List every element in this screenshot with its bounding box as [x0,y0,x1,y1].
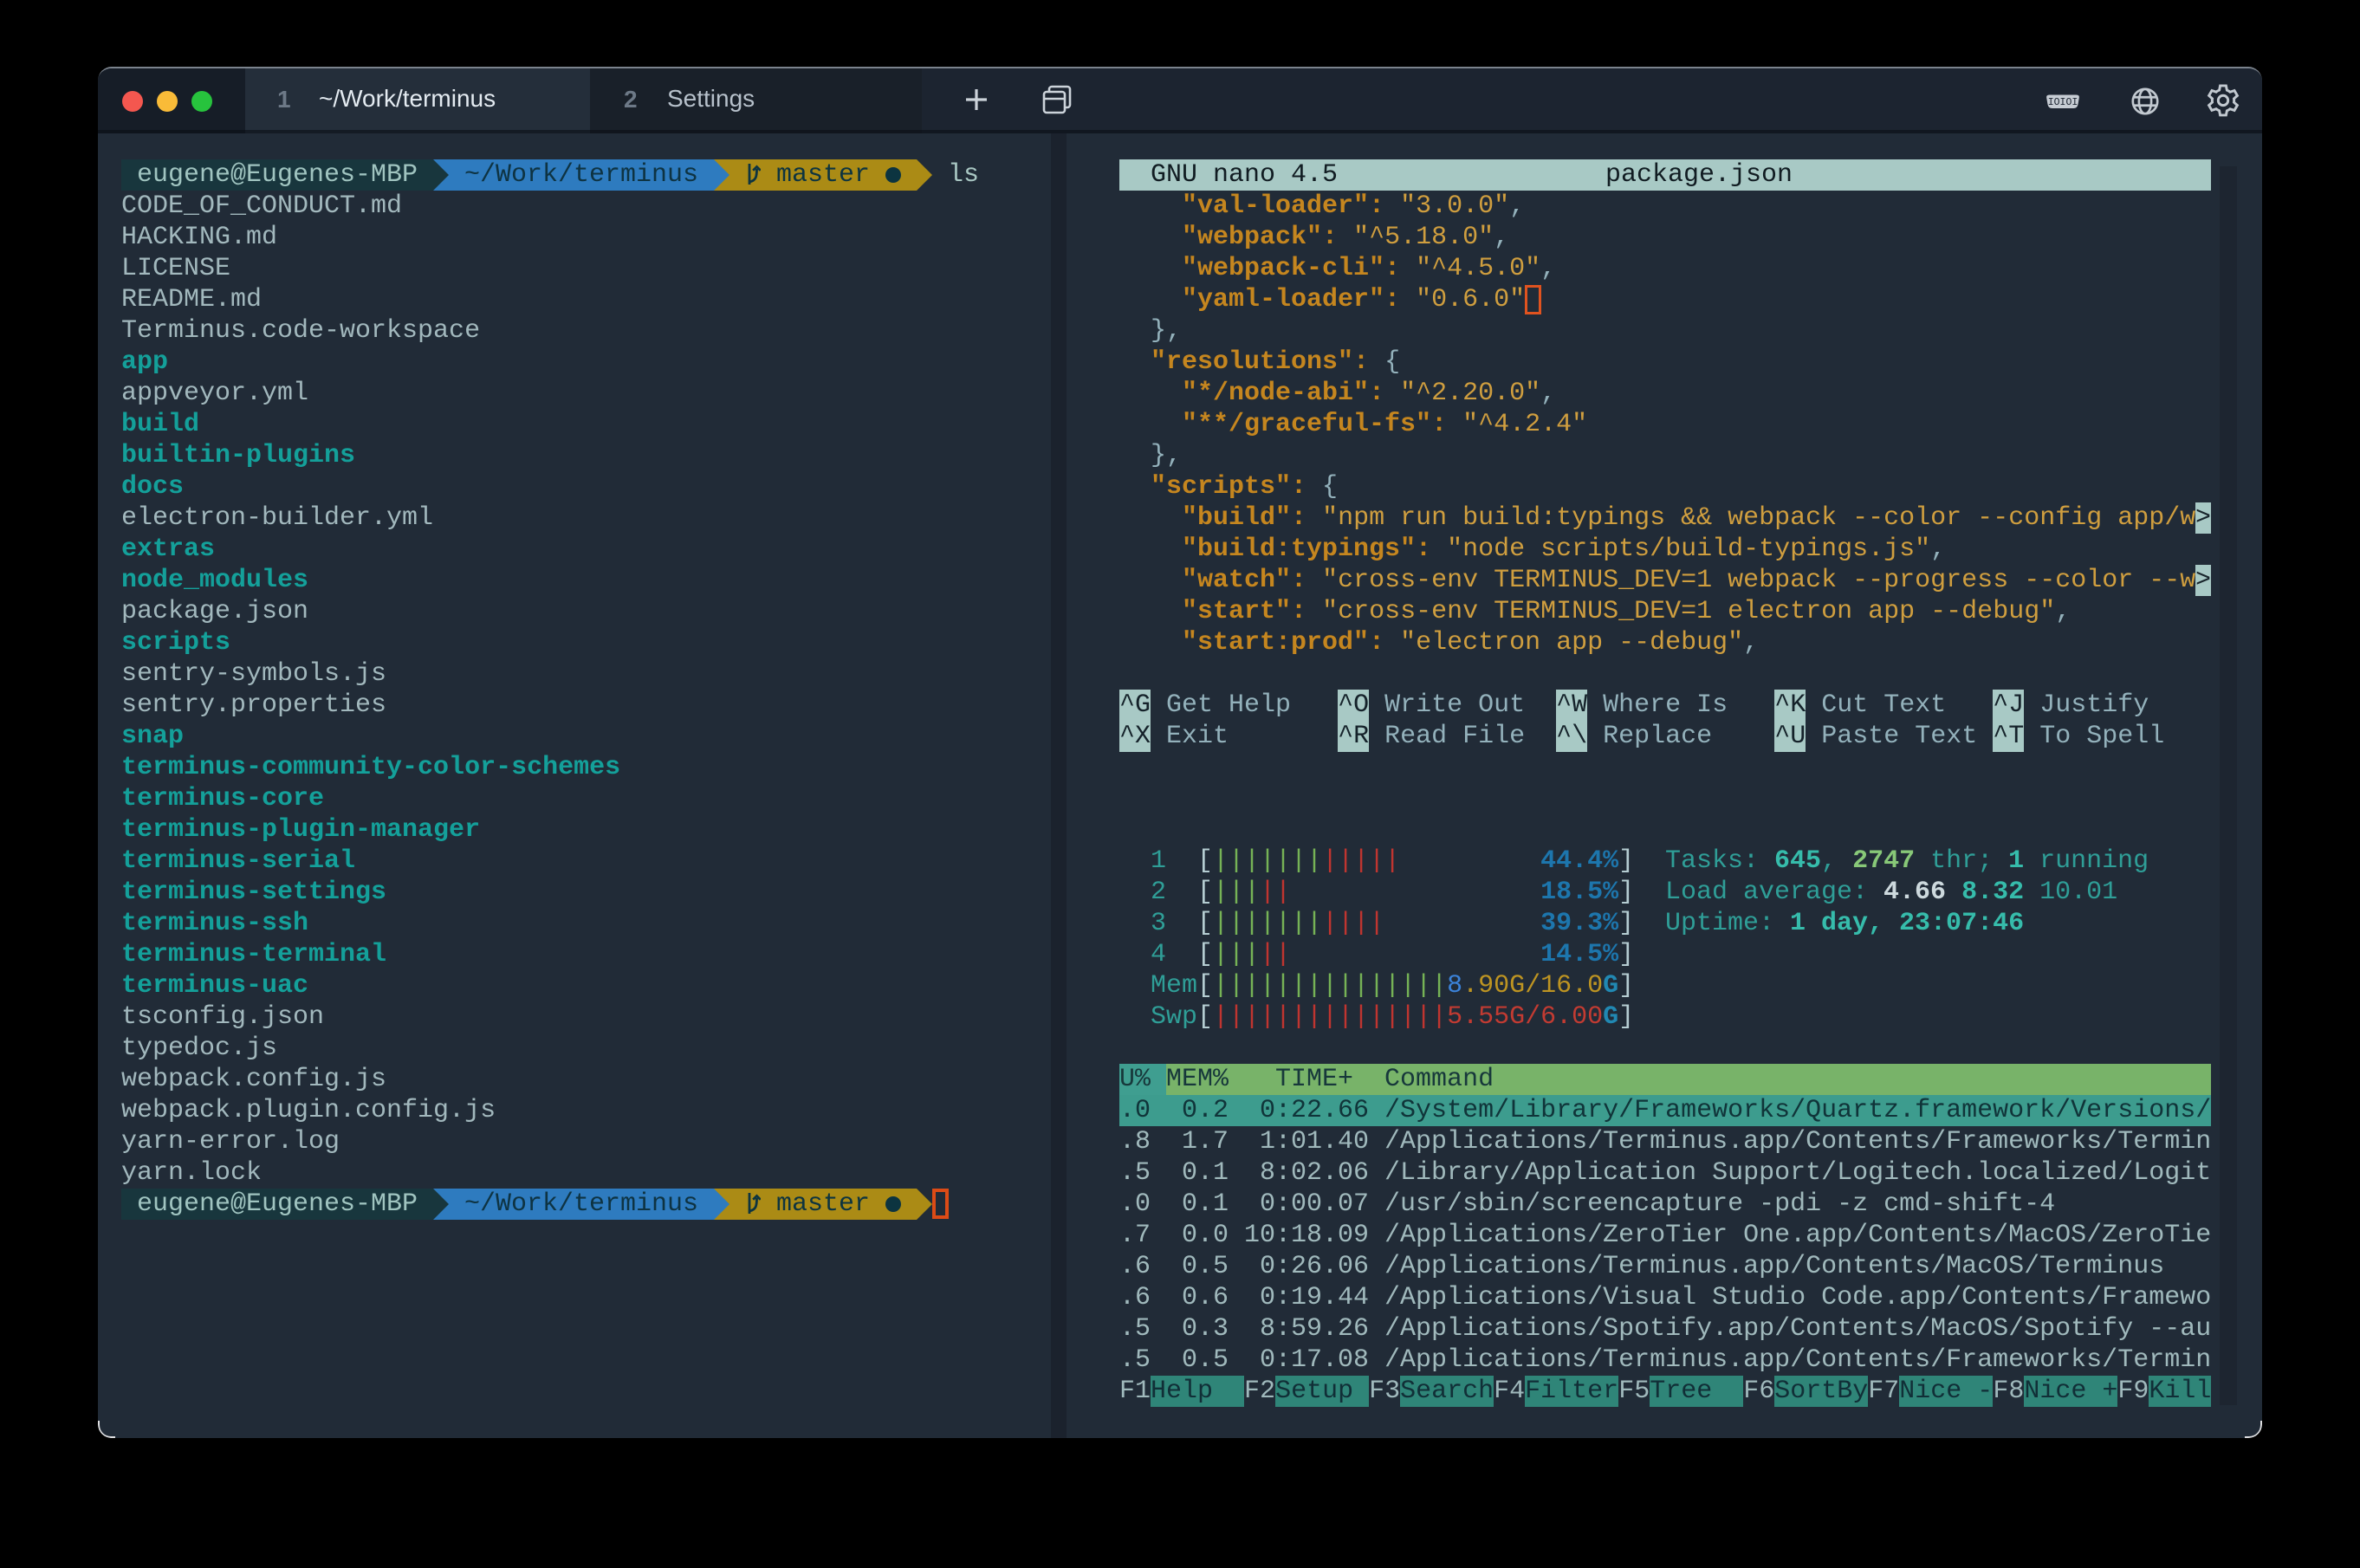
svg-text:IOIOI: IOIOI [2048,97,2078,108]
